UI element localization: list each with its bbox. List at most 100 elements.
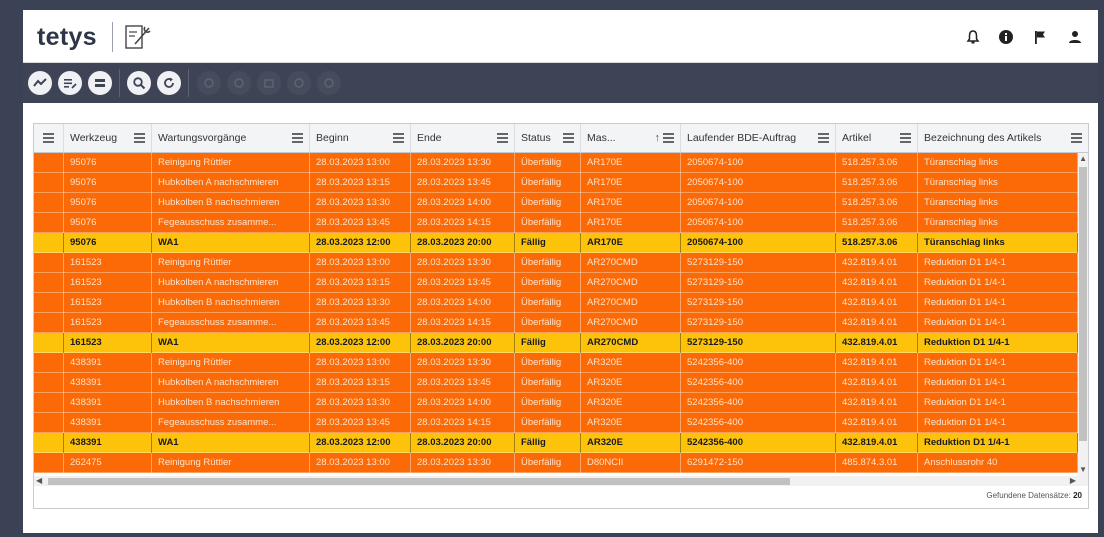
cell-bezeichnung: Reduktion D1 1/4-1 (918, 353, 1078, 373)
cell-ende: 28.03.2023 13:30 (411, 453, 515, 473)
disabled-action-2-button (227, 71, 251, 95)
row-select-cell[interactable] (34, 193, 64, 213)
column-menu-icon[interactable] (1071, 133, 1082, 143)
cell-wartungsvorgang: Fegeausschuss zusamme... (152, 413, 310, 433)
info-icon[interactable] (998, 29, 1014, 45)
column-menu-icon[interactable] (900, 133, 911, 143)
cell-bde-auftrag: 5273129-150 (681, 273, 836, 293)
cell-status: Überfällig (515, 293, 581, 313)
bell-icon[interactable] (965, 29, 981, 45)
app-logo[interactable]: tetys (37, 23, 97, 52)
column-header-maschine[interactable]: Mas... ↑ (581, 124, 681, 152)
scroll-left-icon[interactable]: ◀ (36, 476, 42, 486)
row-select-cell[interactable] (34, 273, 64, 293)
cell-werkzeug: 161523 (64, 273, 152, 293)
trend-button[interactable] (28, 71, 52, 95)
column-menu-icon[interactable] (393, 133, 404, 143)
column-header-wartungsvorgaenge[interactable]: Wartungsvorgänge (152, 124, 310, 152)
column-header-ende[interactable]: Ende (411, 124, 515, 152)
column-header-status[interactable]: Status (515, 124, 581, 152)
table-body: 95076 Reinigung Rüttler 28.03.2023 13:00 28… (34, 153, 1078, 476)
cell-ende: 28.03.2023 14:00 (411, 393, 515, 413)
row-select-cell[interactable] (34, 153, 64, 173)
rows-icon (95, 79, 105, 87)
search-button[interactable] (127, 71, 151, 95)
row-select-cell[interactable] (34, 353, 64, 373)
table-row[interactable]: 161523 Hubkolben B nachschmieren 28.03.202… (34, 293, 1078, 313)
column-header-bde-auftrag[interactable]: Laufender BDE-Auftrag (681, 124, 836, 152)
column-header-artikel[interactable]: Artikel (836, 124, 918, 152)
column-menu-icon[interactable] (663, 133, 674, 143)
refresh-button[interactable] (157, 71, 181, 95)
row-select-cell[interactable] (34, 333, 64, 353)
column-header-werkzeug[interactable]: Werkzeug (64, 124, 152, 152)
horizontal-scroll-thumb[interactable] (48, 478, 790, 485)
table-row[interactable]: 95076 Hubkolben B nachschmieren 28.03.2023… (34, 193, 1078, 213)
table-row[interactable]: 438391 Reinigung Rüttler 28.03.2023 13:00 2… (34, 353, 1078, 373)
table-row[interactable]: 438391 Hubkolben A nachschmieren 28.03.202… (34, 373, 1078, 393)
row-select-cell[interactable] (34, 313, 64, 333)
row-select-cell[interactable] (34, 433, 64, 453)
row-select-cell[interactable] (34, 293, 64, 313)
table-row[interactable]: 161523 Hubkolben A nachschmieren 28.03.202… (34, 273, 1078, 293)
column-menu-icon[interactable] (497, 133, 508, 143)
table-row[interactable]: 95076 WA1 28.03.2023 12:00 28.03.2023 20:00… (34, 233, 1078, 253)
disabled-action-2-icon (234, 78, 244, 88)
column-menu-icon[interactable] (818, 133, 829, 143)
search-icon (133, 77, 146, 90)
cell-bde-auftrag: 5242356-400 (681, 393, 836, 413)
user-icon[interactable] (1067, 29, 1083, 45)
rows-button[interactable] (88, 71, 112, 95)
cell-werkzeug: 161523 (64, 333, 152, 353)
cell-bde-auftrag: 5273129-150 (681, 293, 836, 313)
table-row[interactable]: 161523 WA1 28.03.2023 12:00 28.03.2023 20:0… (34, 333, 1078, 353)
menu-icon[interactable] (43, 133, 54, 143)
cell-maschine: AR170E (581, 173, 681, 193)
table-row[interactable]: 95076 Reinigung Rüttler 28.03.2023 13:00 28… (34, 153, 1078, 173)
table-row[interactable]: 438391 Fegeausschuss zusamme... 28.03.2023… (34, 413, 1078, 433)
row-menu-header[interactable] (34, 124, 64, 152)
scroll-right-icon[interactable]: ▶ (1070, 476, 1076, 486)
table-row[interactable]: 161523 Fegeausschuss zusamme... 28.03.2023… (34, 313, 1078, 333)
column-menu-icon[interactable] (134, 133, 145, 143)
table-row[interactable]: 262475 Reinigung Rüttler 28.03.2023 13:00 2… (34, 453, 1078, 473)
logo-divider (112, 22, 113, 52)
row-select-cell[interactable] (34, 213, 64, 233)
table-row[interactable]: 161523 Reinigung Rüttler 28.03.2023 13:00 2… (34, 253, 1078, 273)
table-header: Werkzeug Wartungsvorgänge Beginn Ende St… (34, 124, 1088, 153)
row-select-cell[interactable] (34, 253, 64, 273)
maintenance-logo-icon (125, 25, 151, 49)
table-row[interactable]: 438391 WA1 28.03.2023 12:00 28.03.2023 20:0… (34, 433, 1078, 453)
sort-ascending-icon[interactable]: ↑ (655, 124, 661, 152)
cell-bezeichnung: Türanschlag links (918, 233, 1078, 253)
row-select-cell[interactable] (34, 413, 64, 433)
table-row[interactable]: 438391 Hubkolben B nachschmieren 28.03.202… (34, 393, 1078, 413)
cell-bde-auftrag: 2050674-100 (681, 173, 836, 193)
cell-bde-auftrag: 5273129-150 (681, 333, 836, 353)
row-select-cell[interactable] (34, 453, 64, 473)
row-select-cell[interactable] (34, 393, 64, 413)
table-row[interactable]: 95076 Hubkolben A nachschmieren 28.03.2023… (34, 173, 1078, 193)
column-menu-icon[interactable] (292, 133, 303, 143)
flag-icon[interactable] (1032, 29, 1048, 45)
scroll-up-icon[interactable]: ▲ (1079, 154, 1087, 164)
list-edit-button[interactable] (58, 71, 82, 95)
row-select-cell[interactable] (34, 373, 64, 393)
scroll-down-icon[interactable]: ▼ (1079, 465, 1087, 475)
cell-artikel: 432.819.4.01 (836, 353, 918, 373)
vertical-scrollbar[interactable]: ▲ ▼ (1078, 153, 1088, 476)
table-row[interactable]: 95076 Fegeausschuss zusamme... 28.03.2023 … (34, 213, 1078, 233)
horizontal-scrollbar[interactable]: ◀ ▶ (34, 476, 1088, 486)
vertical-scroll-thumb[interactable] (1079, 167, 1087, 441)
app-window: tetys Werkzeug Wartungsvorgänge Beginn E… (23, 10, 1098, 533)
cell-ende: 28.03.2023 13:45 (411, 273, 515, 293)
cell-werkzeug: 95076 (64, 213, 152, 233)
row-select-cell[interactable] (34, 173, 64, 193)
column-header-beginn[interactable]: Beginn (310, 124, 411, 152)
column-header-bezeichnung[interactable]: Bezeichnung des Artikels (918, 124, 1088, 152)
cell-beginn: 28.03.2023 13:00 (310, 353, 411, 373)
cell-beginn: 28.03.2023 12:00 (310, 433, 411, 453)
cell-maschine: AR320E (581, 373, 681, 393)
column-menu-icon[interactable] (563, 133, 574, 143)
row-select-cell[interactable] (34, 233, 64, 253)
